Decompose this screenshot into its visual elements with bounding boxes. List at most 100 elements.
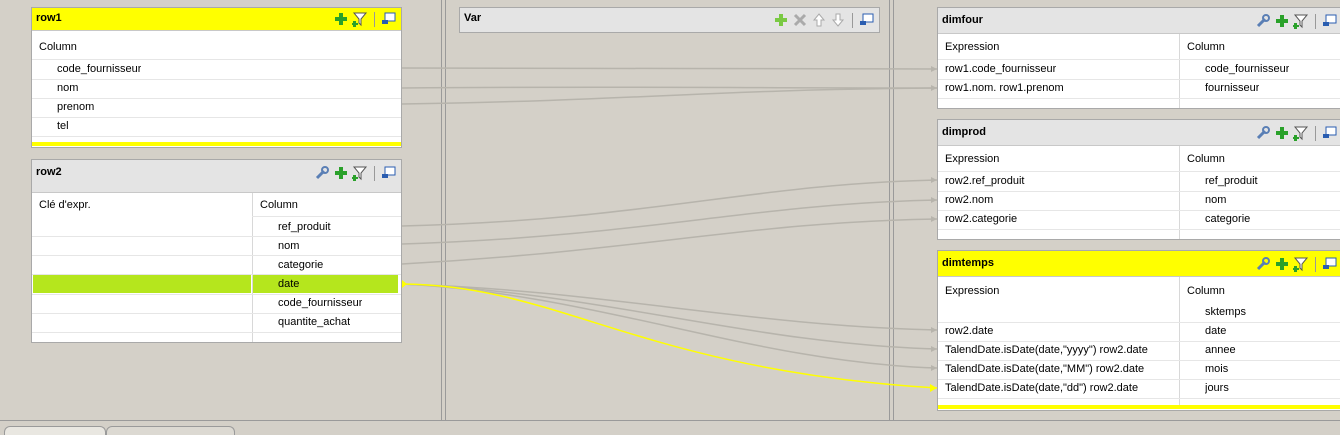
dimtemps-header: dimtemps — [938, 251, 1340, 277]
dimfour-expression[interactable]: row1.nom. row1.prenom — [945, 79, 1064, 97]
row2-selected-row[interactable] — [253, 275, 398, 293]
filter-add-icon[interactable] — [1293, 125, 1309, 141]
wrench-icon[interactable] — [1255, 13, 1271, 29]
row2-field-selected[interactable]: date — [278, 275, 299, 293]
dimprod-expression[interactable]: row2.ref_produit — [945, 172, 1025, 190]
dimprod-title: dimprod — [942, 126, 986, 138]
minimize-icon[interactable] — [1322, 125, 1338, 141]
source-marker-active — [402, 280, 407, 288]
link-date — [401, 283, 938, 331]
dimprod-column[interactable]: categorie — [1205, 210, 1250, 228]
var-title: Var — [464, 12, 482, 24]
dimfour-expr-header: Expression — [945, 41, 1000, 53]
dimprod-expression[interactable]: row2.categorie — [945, 210, 1017, 228]
dimtemps-column[interactable]: mois — [1205, 360, 1228, 378]
dimtemps-expr-header: Expression — [945, 285, 1000, 297]
var-table: Var — [459, 7, 880, 33]
row1-footer-bar — [32, 142, 401, 146]
row2-column-header: Column — [260, 199, 298, 211]
dimtemps-column[interactable]: sktemps — [1205, 303, 1246, 321]
add-column-icon[interactable] — [1274, 256, 1290, 272]
filter-add-icon[interactable] — [1293, 13, 1309, 29]
bottom-tab-strip — [0, 420, 1340, 435]
wrench-icon[interactable] — [1255, 125, 1271, 141]
row1-header: row1 — [32, 8, 401, 31]
dimfour-expression[interactable]: row1.code_fournisseur — [945, 60, 1056, 78]
row1-field[interactable]: code_fournisseur — [57, 60, 141, 78]
dimtemps-expression[interactable]: TalendDate.isDate(date,"MM") row2.date — [945, 360, 1144, 378]
dimprod-column[interactable]: nom — [1205, 191, 1226, 209]
link-ref-produit — [401, 179, 938, 227]
link-nom — [401, 86, 938, 89]
wrench-icon[interactable] — [1255, 256, 1271, 272]
dimfour-header: dimfour — [938, 8, 1340, 34]
row1-title: row1 — [36, 12, 62, 24]
left-splitter[interactable] — [441, 0, 446, 420]
row1-field[interactable]: nom — [57, 79, 78, 97]
dimtemps-expression[interactable]: TalendDate.isDate(date,"yyyy") row2.date — [945, 341, 1148, 359]
add-column-icon[interactable] — [333, 165, 349, 181]
right-splitter[interactable] — [889, 0, 894, 420]
dimfour-column[interactable]: code_fournisseur — [1205, 60, 1289, 78]
row2-key-header: Clé d'expr. — [39, 199, 91, 211]
toolbar-separator — [1315, 256, 1316, 272]
add-column-icon[interactable] — [333, 11, 349, 27]
minimize-icon[interactable] — [1322, 13, 1338, 29]
dimfour-column-header: Column — [1187, 41, 1225, 53]
link-mois — [401, 283, 938, 369]
arrow-head-active — [930, 384, 937, 392]
add-variable-icon[interactable] — [773, 12, 789, 28]
toolbar-separator — [1315, 125, 1316, 141]
row2-field[interactable]: ref_produit — [278, 218, 331, 236]
dimprod-expr-header: Expression — [945, 153, 1000, 165]
minimize-icon[interactable] — [381, 165, 397, 181]
dimtemps-column-header: Column — [1187, 285, 1225, 297]
minimize-icon[interactable] — [1322, 256, 1338, 272]
row1-column-header: Column — [39, 41, 77, 53]
minimize-icon[interactable] — [859, 12, 875, 28]
link-prenom — [401, 87, 938, 105]
row1-table: row1 Column code_fournisseur nom prenom … — [31, 7, 402, 148]
row2-header: row2 — [32, 160, 401, 193]
add-column-icon[interactable] — [1274, 13, 1290, 29]
dimtemps-column[interactable]: date — [1205, 322, 1226, 340]
row2-field[interactable]: quantite_achat — [278, 313, 350, 331]
row2-field[interactable]: nom — [278, 237, 299, 255]
dimtemps-column[interactable]: jours — [1205, 379, 1229, 397]
add-column-icon[interactable] — [1274, 125, 1290, 141]
filter-add-icon[interactable] — [352, 11, 368, 27]
dimtemps-expression[interactable]: row2.date — [945, 322, 993, 340]
wrench-icon[interactable] — [314, 165, 330, 181]
toolbar-separator — [374, 165, 375, 181]
dimtemps-column[interactable]: annee — [1205, 341, 1236, 359]
dimtemps-table: dimtemps Expression Column sktemps row2.… — [937, 250, 1340, 411]
row2-field[interactable]: categorie — [278, 256, 323, 274]
dimfour-table: dimfour Expression Column row1.code_four… — [937, 7, 1340, 109]
link-categorie — [401, 218, 938, 265]
row1-field[interactable]: prenom — [57, 98, 94, 116]
remove-icon[interactable] — [792, 12, 808, 28]
move-up-icon[interactable] — [811, 12, 827, 28]
filter-add-icon[interactable] — [352, 165, 368, 181]
dimprod-expression[interactable]: row2.nom — [945, 191, 993, 209]
filter-add-icon[interactable] — [1293, 256, 1309, 272]
toolbar-separator — [374, 11, 375, 27]
dimtemps-expression[interactable]: TalendDate.isDate(date,"dd") row2.date — [945, 379, 1138, 397]
dimprod-header: dimprod — [938, 120, 1340, 146]
move-down-icon[interactable] — [830, 12, 846, 28]
dimtemps-title: dimtemps — [942, 257, 994, 269]
toolbar-separator — [852, 12, 853, 28]
dimtemps-footer-bar — [938, 405, 1340, 409]
row2-field[interactable]: code_fournisseur — [278, 294, 362, 312]
row1-field[interactable]: tel — [57, 117, 69, 135]
toolbar-separator — [1315, 13, 1316, 29]
link-jours-active — [401, 283, 938, 389]
row2-title: row2 — [36, 166, 62, 178]
link-nom-prod — [401, 199, 938, 245]
dimprod-column[interactable]: ref_produit — [1205, 172, 1258, 190]
var-header: Var — [460, 8, 879, 32]
dimfour-column[interactable]: fournisseur — [1205, 79, 1259, 97]
row2-selected-key-cell[interactable] — [33, 275, 251, 293]
link-code-fournisseur — [401, 67, 938, 70]
minimize-icon[interactable] — [381, 11, 397, 27]
